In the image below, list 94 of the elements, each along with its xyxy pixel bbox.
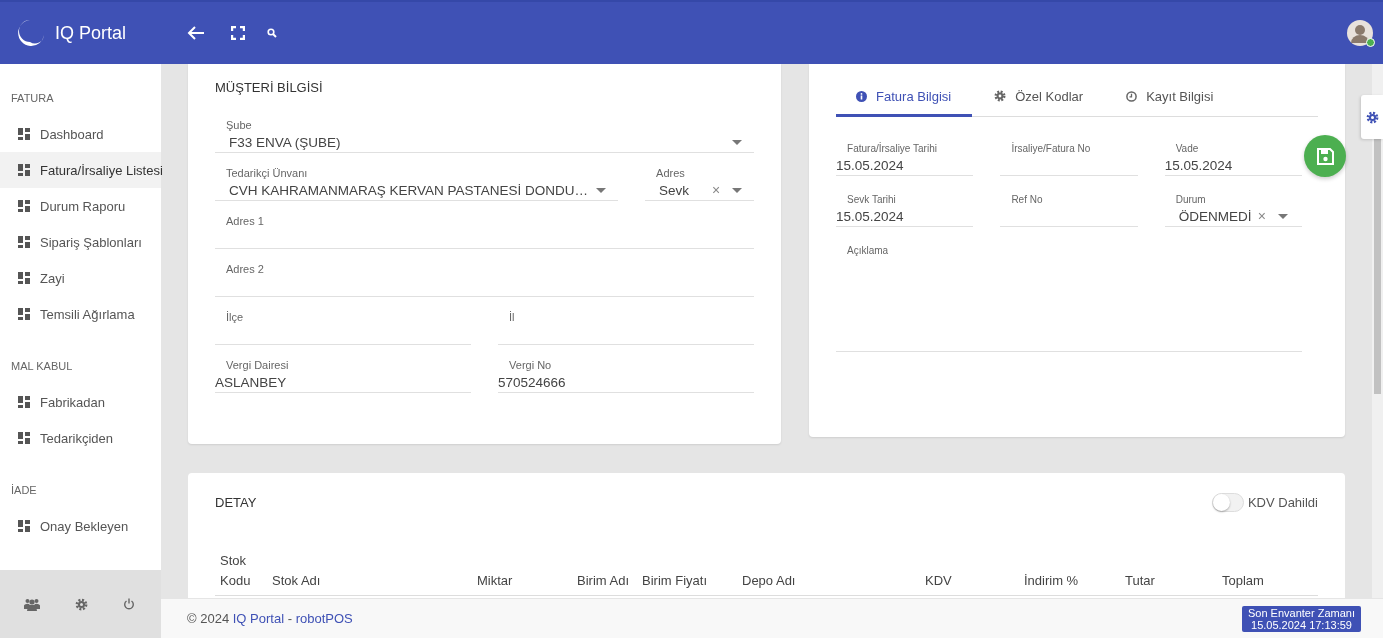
field-value: 15.05.2024 (1164, 157, 1233, 173)
column-header[interactable]: Stok Adı (272, 570, 477, 590)
select-field[interactable]: ÖDENMEDİ × (1164, 206, 1302, 227)
field-label: İlçe (225, 311, 244, 324)
card-title: MÜŞTERİ BİLGİSİ (215, 80, 323, 95)
field-label: Açıklama (846, 244, 889, 257)
column-header[interactable]: Tutar (1125, 570, 1222, 590)
sidebar-item[interactable]: Fatura/İrsaliye Listesi (0, 152, 161, 188)
scrollbar[interactable] (1372, 64, 1383, 598)
app-title: IQ Portal (55, 22, 127, 44)
sidebar-item[interactable]: Temsili Ağırlama (0, 296, 161, 332)
column-header[interactable]: Toplam (1222, 570, 1302, 590)
tab[interactable]: Kayıt Bilgisi (1106, 78, 1235, 117)
toggle-label: KDV Dahildi (1247, 494, 1318, 510)
settings-button[interactable] (1361, 95, 1383, 139)
field-value: F33 ENVA (ŞUBE) (229, 134, 341, 150)
clear-icon[interactable]: × (711, 182, 721, 198)
text-field[interactable]: 570524666 (498, 372, 755, 393)
section-heading: FATURA (10, 91, 54, 106)
grid-icon (18, 520, 30, 532)
field-label: İrsaliye/Fatura No (1010, 142, 1091, 155)
field-value: CVH KAHRAMANMARAŞ KERVAN PASTANESİ DONDU… (229, 182, 589, 198)
tab[interactable]: Özel Kodlar (974, 78, 1105, 117)
column-header[interactable]: Depo Adı (742, 570, 925, 590)
sidebar-item[interactable]: Zayi (0, 260, 161, 296)
field-label: Ref No (1010, 193, 1043, 206)
column-header[interactable]: İndirim % (1024, 570, 1125, 590)
settings-icon[interactable] (75, 597, 88, 611)
field-label: Vade (1174, 142, 1199, 155)
field-label: Adres 1 (225, 215, 264, 228)
card-title: DETAY (215, 494, 257, 510)
grid-icon (18, 128, 30, 140)
field-label: Durum (1174, 193, 1206, 206)
section-heading: MAL KABUL (10, 359, 73, 374)
footer-link[interactable]: IQ Portal (232, 611, 285, 626)
column-header[interactable]: Birim Adı (577, 570, 642, 590)
field-label: Tedarikçi Ünvanı (225, 167, 308, 180)
users-icon[interactable] (23, 597, 40, 611)
grid-icon (18, 432, 30, 444)
footer-link[interactable]: robotPOS (295, 611, 353, 626)
save-button[interactable] (1304, 135, 1346, 177)
field-label: İl (508, 311, 515, 324)
text-field[interactable]: 15.05.2024 (1164, 155, 1302, 176)
field-label: Adres (655, 167, 685, 180)
field-value: 15.05.2024 (836, 157, 904, 173)
tab[interactable]: Fatura Bilgisi (836, 78, 973, 117)
gear-icon (1365, 110, 1379, 124)
grid-icon (18, 164, 30, 176)
field-value: Sevk (659, 182, 690, 198)
field-label: Adres 2 (225, 263, 264, 276)
sidebar-item[interactable]: Onay Bekleyen (0, 508, 161, 544)
info-icon (856, 90, 868, 102)
field-label: Vergi Dairesi (225, 359, 289, 372)
grid-icon (18, 200, 30, 212)
select-field[interactable]: CVH KAHRAMANMARAŞ KERVAN PASTANESİ DONDU… (215, 180, 619, 201)
column-header[interactable]: KDV (925, 570, 1024, 590)
column-header[interactable]: Birim Fiyatı (642, 570, 742, 590)
field-value: 15.05.2024 (836, 208, 904, 224)
field-label: Vergi No (508, 359, 552, 372)
sidebar-item[interactable]: Durum Raporu (0, 188, 161, 224)
inventory-time-badge: Son Envanter Zamanı 15.05.2024 17:13:59 (1242, 605, 1361, 632)
select-field[interactable]: F33 ENVA (ŞUBE) (215, 132, 755, 153)
caret-icon (732, 187, 743, 193)
field-label: Sevk Tarihi (846, 193, 896, 206)
grid-icon (18, 236, 30, 248)
grid-icon (18, 308, 30, 320)
clock-icon (1126, 90, 1138, 102)
grid-icon (18, 396, 30, 408)
column-header[interactable]: Miktar (477, 570, 577, 590)
sidebar-item[interactable]: Sipariş Şablonları (0, 224, 161, 260)
caret-icon (732, 139, 743, 145)
field-value: ASLANBEY (215, 374, 287, 390)
text-field[interactable]: ASLANBEY (215, 372, 472, 393)
caret-icon (596, 187, 607, 193)
field-label: Fatura/İrsaliye Tarihi (846, 142, 937, 155)
text-field[interactable]: 15.05.2024 (836, 206, 974, 227)
select-field[interactable]: Sevk × (645, 180, 755, 201)
separator-text: - (287, 611, 292, 626)
grid-icon (18, 272, 30, 284)
user-avatar[interactable] (1347, 20, 1373, 46)
sidebar-item[interactable]: Fabrikadan (0, 384, 161, 420)
sidebar-item[interactable]: Tedarikçiden (0, 420, 161, 456)
field-label: Şube (225, 119, 252, 132)
copyright-text: © 2024 (187, 611, 230, 626)
caret-icon (1278, 213, 1288, 219)
column-header[interactable]: Stok Kodu (220, 551, 272, 590)
field-value: 570524666 (498, 374, 566, 390)
power-icon[interactable] (123, 598, 136, 610)
field-value: ÖDENMEDİ (1178, 208, 1252, 224)
gear-icon (994, 90, 1007, 102)
section-heading: İADE (10, 483, 37, 498)
sidebar-item[interactable]: Dashboard (0, 116, 161, 152)
text-field[interactable]: 15.05.2024 (836, 155, 974, 176)
clear-icon[interactable]: × (1257, 208, 1266, 224)
